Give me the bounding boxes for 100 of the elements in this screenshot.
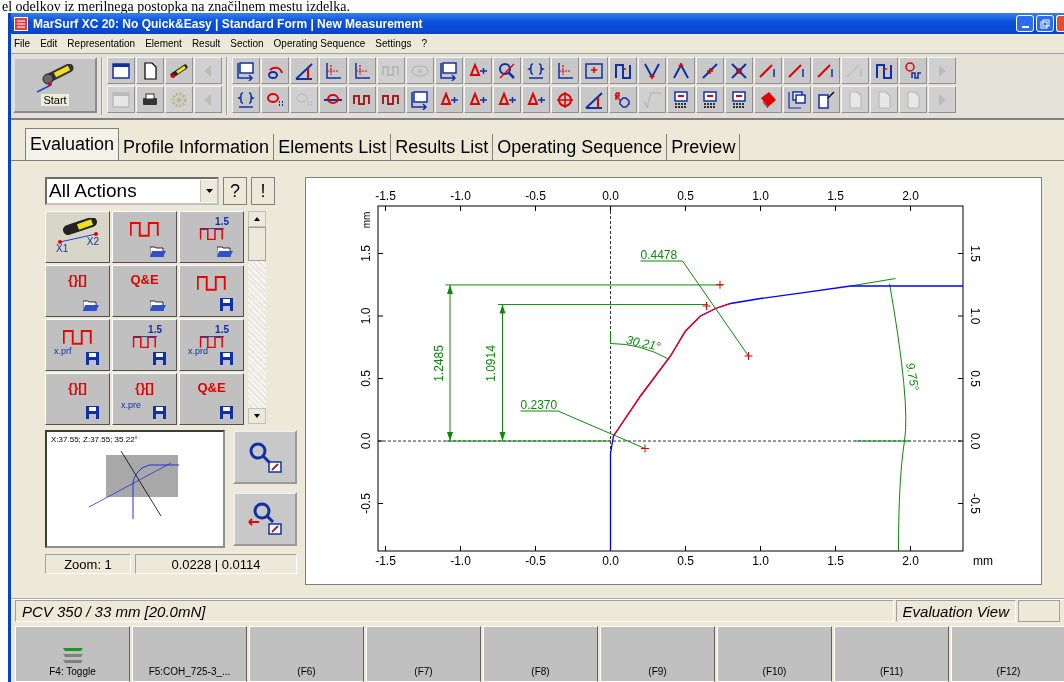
toolbar-button[interactable] [580,57,608,84]
toolbar-button[interactable] [464,57,492,84]
toolbar-button[interactable] [696,86,724,113]
function-key[interactable]: (F9) [600,626,715,682]
square-wave-icon [196,274,227,292]
chart-axes-icon [323,60,343,81]
minimize-button[interactable] [1016,15,1034,32]
status-panel [1018,600,1060,622]
dimension-label: 1.2485 [431,345,446,382]
toolbar-button[interactable] [290,57,318,84]
menu-item[interactable]: ? [421,38,428,49]
action-button[interactable] [112,211,177,263]
run-button[interactable]: ! [251,177,275,205]
toolbar-button[interactable] [377,86,405,113]
toolbar-button[interactable] [232,86,260,113]
action-button[interactable] [179,265,244,317]
toolbar-button[interactable] [319,86,347,113]
tick-label: 1.0 [752,189,769,203]
circle-wave-icon [903,60,923,81]
axis-label: mm [973,554,993,568]
dimension-label: 0.2370 [520,397,558,412]
toolbar-button[interactable] [899,57,927,84]
data-card-icon [671,89,691,110]
menu-item[interactable]: Representation [67,38,136,49]
toolbar-button[interactable] [580,86,608,113]
start-button[interactable]: Start [13,57,97,113]
toolbar-button[interactable] [319,57,347,84]
toolbar-button[interactable] [609,86,637,113]
toolbar-button[interactable] [136,86,164,113]
toolbar-button[interactable] [725,86,753,113]
toolbar-button[interactable] [435,57,463,84]
window-icon [111,60,131,81]
toolbar-button[interactable] [870,57,898,84]
function-key[interactable]: (F12) [951,626,1064,682]
zoom-in-button[interactable] [233,430,297,484]
help-button[interactable]: ? [223,177,247,205]
action-button[interactable]: {}[] x.pre [112,373,177,425]
scaled-wave-icon [198,228,225,240]
toolbar-button[interactable] [667,57,695,84]
toolbar-button[interactable] [493,57,521,84]
frame-arrow-icon [410,89,430,110]
menu-item[interactable]: Section [230,38,264,49]
square-wave-icon [129,220,160,238]
toolbar-button[interactable] [667,86,695,113]
frame-arrow-icon [439,60,459,81]
tick-label: -0.5 [968,493,982,514]
toolbar-button[interactable] [464,86,492,113]
menu-item[interactable]: Settings [375,38,412,49]
toolbar-button[interactable] [522,57,550,84]
scrollbar[interactable] [248,211,266,424]
function-key[interactable]: F5:COH_725-3_... [132,626,247,682]
action-button[interactable]: 1.5 [112,319,177,371]
toolbar-button[interactable] [551,57,579,84]
action-button[interactable]: 1.5 x.prd [179,319,244,371]
toolbar-button[interactable] [406,86,434,113]
line-point-icon [700,60,720,81]
menu-item[interactable]: Operating Sequence [273,38,366,49]
close-button[interactable] [1056,15,1064,32]
toolbar-button[interactable] [165,57,193,84]
toolbar-button[interactable] [493,86,521,113]
toolbar-button[interactable] [812,86,840,113]
dimension-label: 30.21° [624,332,662,354]
tick-label: -0.5 [359,493,373,514]
toolbar-button[interactable] [696,57,724,84]
function-key[interactable]: (F8) [483,626,598,682]
toolbar-button[interactable] [348,86,376,113]
action-button[interactable]: X1 X2 [45,211,110,263]
toolbar-button[interactable] [232,57,260,84]
function-key[interactable]: (F11) [834,626,949,682]
menu-item[interactable]: Edit [40,38,58,49]
toolbar-button[interactable] [638,57,666,84]
scroll-up-icon [248,211,266,227]
toolbar-button[interactable] [107,57,135,84]
menu-item[interactable]: File [14,38,31,49]
function-key[interactable]: F4: Toggle [15,626,130,682]
toolbar-button[interactable] [136,57,164,84]
restore-button[interactable] [1036,15,1054,32]
toolbar-button[interactable] [435,86,463,113]
action-button[interactable]: x.prf [45,319,110,371]
function-key[interactable]: (F7) [366,626,481,682]
toolbar-button[interactable] [522,86,550,113]
frame-arrow-icon [236,60,256,81]
function-key[interactable]: (F6) [249,626,364,682]
octagon-icon [613,89,633,110]
function-key[interactable]: (F10) [717,626,832,682]
tab[interactable]: Evaluation [25,128,120,160]
menu-item[interactable]: Result [191,38,221,49]
toolbar-button[interactable] [725,57,753,84]
toolbar-button[interactable] [609,57,637,84]
zoom-out-button[interactable] [233,492,297,546]
filter-dropdown[interactable]: All Actions [45,177,219,205]
menu-item[interactable]: Element [145,38,182,49]
dropdown-arrow-icon [205,189,213,193]
toolbar-button[interactable] [348,57,376,84]
scale-label: 1.5 [215,324,229,335]
scroll-thumb[interactable] [248,227,266,261]
view-status: Evaluation View [895,600,1016,622]
action-button[interactable]: 1.5 [179,211,244,263]
toolbar-button[interactable] [783,86,811,113]
toolbar-button[interactable] [261,57,289,84]
